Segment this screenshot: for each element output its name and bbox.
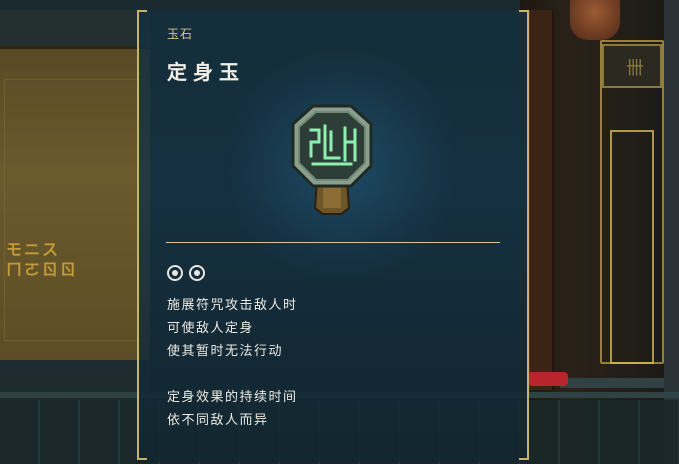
- left-shop-panel: [0, 46, 150, 364]
- item-note: 定身效果的持续时间 依不同敌人而异: [167, 386, 298, 432]
- ornate-emblem: 卌: [602, 44, 662, 88]
- note-line: 定身效果的持续时间: [167, 390, 298, 405]
- note-line: 依不同敌人而异: [167, 413, 269, 428]
- item-name: 定身玉: [167, 60, 245, 84]
- description-line: 可使敌人定身: [167, 321, 255, 336]
- item-description: 施展符咒攻击敌人时 可使敌人定身 使其暂时无法行动: [167, 294, 298, 363]
- description-line: 施展符咒攻击敌人时: [167, 298, 298, 313]
- cost-pips: [167, 265, 205, 281]
- card-bracket-left: [137, 10, 147, 460]
- right-rail: [560, 378, 679, 388]
- cost-pip-icon: [167, 265, 183, 281]
- item-detail-card: 玉石 定身玉 施展符咒攻击敌人时 可使敌人定身 使其暂时无法行动 定身效果的持续…: [137, 10, 529, 462]
- card-divider: [166, 242, 500, 243]
- ornate-frame-inner: [610, 130, 654, 364]
- left-wall-top: [0, 10, 150, 46]
- lantern-icon: [570, 0, 620, 40]
- description-line: 使其暂时无法行动: [167, 344, 284, 359]
- item-category: 玉石: [167, 27, 194, 41]
- card-bracket-right: [519, 10, 529, 460]
- cost-pip-icon: [189, 265, 205, 281]
- left-sign-text: モニス ㄇㄛㄖㄖ: [6, 240, 79, 279]
- jade-seal-icon: [291, 104, 373, 215]
- right-pillar: [528, 10, 554, 390]
- red-object: [528, 372, 568, 386]
